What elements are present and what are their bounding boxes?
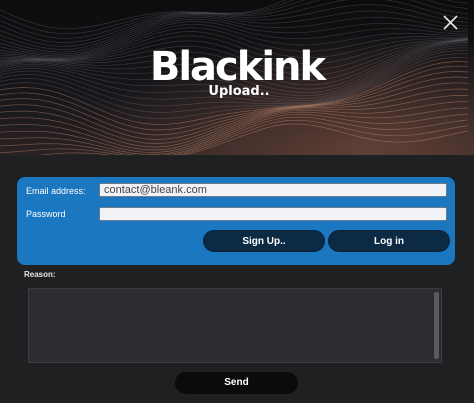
password-field[interactable] <box>99 207 447 221</box>
header-banner: Blackink Upload.. <box>0 0 474 155</box>
send-button[interactable]: Send <box>175 372 298 394</box>
signup-button[interactable]: Sign Up.. <box>203 230 325 252</box>
email-label: Email address: <box>26 186 86 196</box>
email-field[interactable] <box>99 183 447 197</box>
wave-line <box>38 119 469 155</box>
page-subtitle: Upload.. <box>208 84 270 99</box>
close-icon <box>443 15 458 30</box>
login-button[interactable]: Log in <box>328 230 450 252</box>
reason-label: Reason: <box>24 270 56 279</box>
close-button[interactable] <box>440 12 462 34</box>
wave-line <box>183 123 469 155</box>
login-form: Email address: Password Sign Up.. Log in <box>17 177 455 265</box>
reason-scrollbar[interactable] <box>434 292 439 359</box>
wave-line <box>0 0 469 39</box>
wave-line <box>0 0 469 47</box>
reason-textarea[interactable] <box>28 288 442 363</box>
password-label: Password <box>26 209 66 219</box>
